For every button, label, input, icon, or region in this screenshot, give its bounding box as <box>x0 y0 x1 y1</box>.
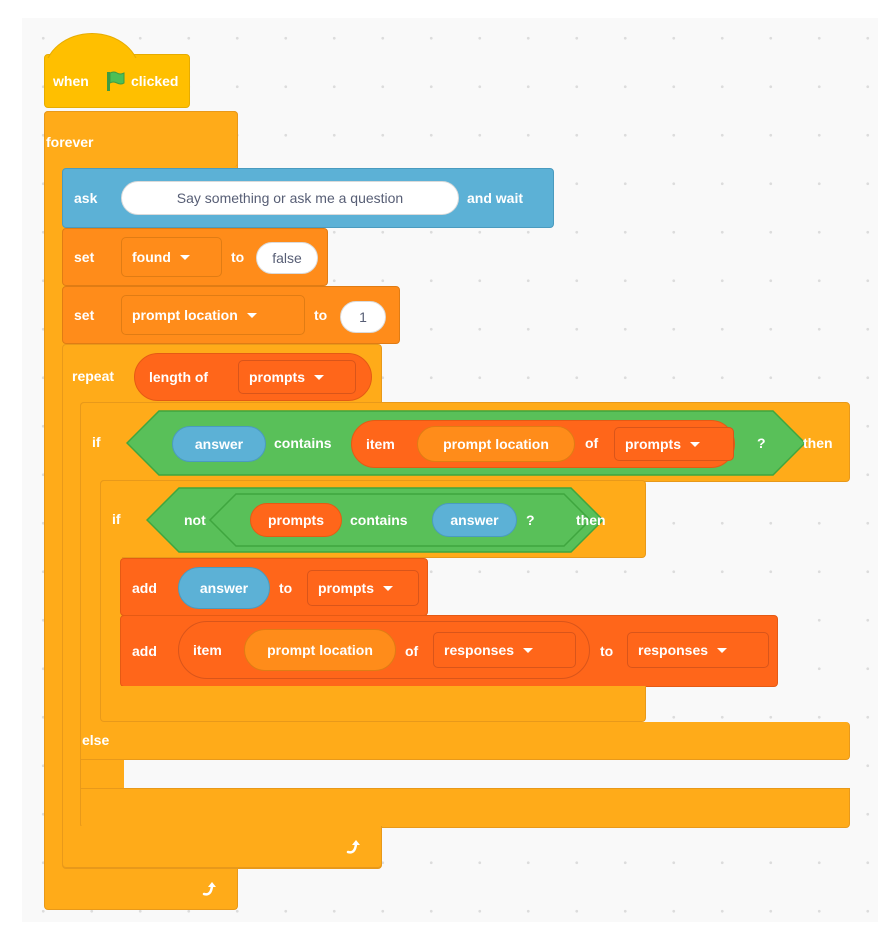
code-workspace[interactable]: when clicked forever ask Say something o… <box>22 18 878 922</box>
to-label: to <box>279 580 293 596</box>
item-label: item <box>193 642 222 658</box>
add-label: add <box>132 580 157 596</box>
dropdown-value: responses <box>444 642 515 658</box>
list-dropdown-prompts[interactable]: prompts <box>238 360 356 394</box>
ask-label: ask <box>74 190 98 206</box>
if-label: if <box>112 511 121 527</box>
empty-else-slot[interactable] <box>124 760 850 788</box>
item-label: item <box>366 436 395 452</box>
chevron-down-icon <box>314 374 324 380</box>
hat-when-label: when <box>53 73 89 89</box>
list-dropdown-responses[interactable]: responses <box>627 632 769 668</box>
then-label: then <box>576 512 606 528</box>
else-label: else <box>82 732 110 748</box>
chevron-down-icon <box>523 647 534 653</box>
loop-arrow-icon <box>346 838 364 856</box>
repeat-bottom <box>62 826 382 868</box>
prompt-location-reporter[interactable]: prompt location <box>417 426 575 462</box>
set-value-input-false[interactable]: false <box>256 242 318 274</box>
add-label: add <box>132 643 157 659</box>
if-label: if <box>92 434 101 450</box>
question-mark: ? <box>526 512 535 528</box>
ask-and-wait-label: and wait <box>467 190 524 206</box>
length-of-label: length of <box>149 369 209 385</box>
question-mark: ? <box>757 435 766 451</box>
answer-reporter[interactable]: answer <box>178 567 270 609</box>
set-label: set <box>74 249 95 265</box>
not-label: not <box>184 512 206 528</box>
variable-dropdown-found[interactable]: found <box>121 237 222 277</box>
chevron-down-icon <box>246 312 257 318</box>
answer-reporter[interactable]: answer <box>172 426 266 462</box>
to-label: to <box>600 643 614 659</box>
list-dropdown-prompts[interactable]: prompts <box>307 570 419 606</box>
dropdown-value: found <box>132 249 171 265</box>
dropdown-value: prompt location <box>132 307 238 323</box>
prompts-list-reporter[interactable]: prompts <box>250 503 342 537</box>
ask-question-input[interactable]: Say something or ask me a question <box>121 181 459 215</box>
green-flag-icon <box>105 70 127 92</box>
then-label: then <box>803 435 833 451</box>
if-then-bottom <box>100 686 646 722</box>
else-section <box>80 722 850 760</box>
dropdown-value: prompts <box>318 580 374 596</box>
to-label: to <box>231 249 245 265</box>
prompt-location-reporter[interactable]: prompt location <box>244 629 396 671</box>
chevron-down-icon <box>383 585 393 591</box>
chevron-down-icon <box>690 441 700 447</box>
chevron-down-icon <box>179 254 190 260</box>
list-dropdown-responses[interactable]: responses <box>433 632 576 668</box>
dropdown-value: prompts <box>249 369 305 385</box>
forever-label: forever <box>46 134 94 150</box>
dropdown-value: prompts <box>625 436 681 452</box>
contains-label: contains <box>350 512 408 528</box>
answer-reporter[interactable]: answer <box>432 503 517 537</box>
set-value-input-1[interactable]: 1 <box>340 301 386 333</box>
list-dropdown-prompts[interactable]: prompts <box>614 427 734 461</box>
if-else-bottom <box>80 788 850 828</box>
to-label: to <box>314 307 328 323</box>
set-label: set <box>74 307 95 323</box>
hat-clicked-label: clicked <box>131 73 179 89</box>
chevron-down-icon <box>717 647 728 653</box>
loop-arrow-icon <box>202 880 220 898</box>
variable-dropdown-prompt-location[interactable]: prompt location <box>121 295 305 335</box>
of-label: of <box>405 643 419 659</box>
contains-label: contains <box>274 435 332 451</box>
repeat-label: repeat <box>72 368 115 384</box>
dropdown-value: responses <box>638 642 709 658</box>
of-label: of <box>585 435 599 451</box>
